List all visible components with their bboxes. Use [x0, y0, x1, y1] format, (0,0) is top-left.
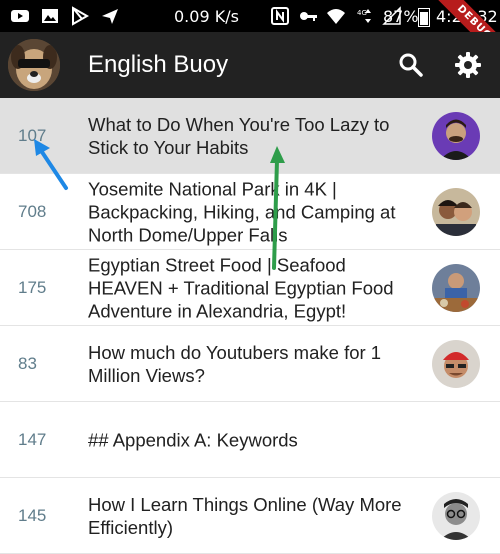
article-title: How much do Youtubers make for 1 Million…: [88, 341, 382, 386]
article-list: 107 What to Do When You're Too Lazy to S…: [0, 98, 500, 554]
article-title: Yosemite National Park in 4K | Backpacki…: [88, 178, 396, 245]
article-title: Egyptian Street Food | Seafood HEAVEN + …: [88, 254, 394, 321]
article-title: ## Appendix A: Keywords: [88, 429, 298, 450]
nfc-icon: [271, 7, 289, 25]
avatar: [432, 263, 480, 312]
status-bar: 0.09 K/s 4G 87% 4:22:32 DEBUG: [0, 0, 500, 72]
battery-percent: 87%: [383, 7, 419, 26]
word-count: 175: [18, 277, 47, 297]
list-item[interactable]: 175 Egyptian Street Food | Seafood HEAVE…: [0, 250, 500, 326]
word-count: 147: [18, 429, 47, 449]
word-count: 708: [18, 201, 47, 221]
list-item[interactable]: 107 What to Do When You're Too Lazy to S…: [0, 98, 500, 174]
battery-icon: [418, 8, 430, 27]
list-item[interactable]: 83 How much do Youtubers make for 1 Mill…: [0, 326, 500, 402]
lte-icon: 4G: [357, 9, 371, 23]
avatar: [432, 491, 480, 540]
image-icon: [42, 9, 58, 23]
list-item[interactable]: 145 How I Learn Things Online (Way More …: [0, 478, 500, 554]
word-count: 107: [18, 125, 47, 145]
network-speed: 0.09 K/s: [174, 7, 239, 26]
search-icon[interactable]: [396, 50, 426, 80]
avatar: [432, 111, 480, 160]
wifi-icon: [327, 9, 345, 24]
word-count: 83: [18, 353, 37, 373]
article-title: How I Learn Things Online (Way More Effi…: [88, 493, 402, 538]
app-bar: English Buoy: [0, 32, 500, 98]
avatar: [432, 339, 480, 388]
word-count: 145: [18, 505, 47, 525]
notification-icons: [10, 6, 120, 26]
list-item[interactable]: 147 ## Appendix A: Keywords: [0, 402, 500, 478]
play-store-icon: [72, 6, 90, 26]
settings-gear-icon[interactable]: [453, 50, 483, 80]
avatar: [432, 187, 480, 236]
list-item[interactable]: 708 Yosemite National Park in 4K | Backp…: [0, 174, 500, 250]
app-logo-dog-avatar[interactable]: [8, 39, 60, 91]
article-title: What to Do When You're Too Lazy to Stick…: [88, 113, 390, 158]
app-title: English Buoy: [88, 51, 229, 78]
vpn-key-icon: [300, 12, 317, 21]
youtube-icon: [11, 10, 29, 22]
send-icon: [102, 9, 118, 24]
